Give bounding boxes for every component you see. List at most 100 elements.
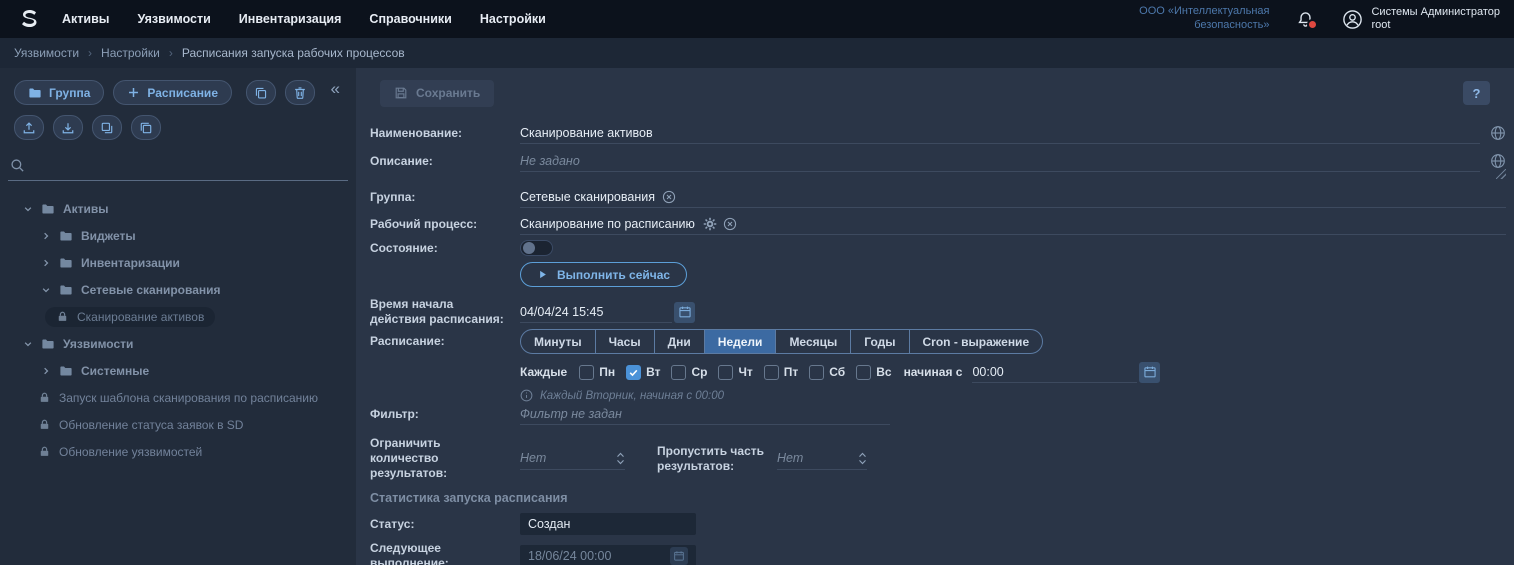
checkbox-icon[interactable] — [579, 364, 595, 380]
notifications-button[interactable] — [1297, 11, 1317, 28]
start-time-input[interactable] — [520, 304, 672, 319]
sidebar-toolbar: Группа Расписание « — [0, 68, 356, 150]
state-toggle[interactable] — [520, 240, 553, 256]
day-checkbox[interactable]: Сб — [809, 364, 845, 380]
skip-stepper — [852, 452, 867, 465]
checkbox-icon[interactable] — [809, 364, 825, 380]
menu-item[interactable]: Активы — [62, 12, 109, 26]
schedule-tab[interactable]: Cron - выражение — [908, 330, 1043, 353]
search-input[interactable] — [33, 158, 346, 173]
breadcrumb-separator: › — [88, 46, 93, 60]
language-globe-icon[interactable] — [1490, 125, 1506, 141]
folder-icon — [59, 256, 73, 270]
tree-item[interactable]: Активы — [0, 195, 356, 222]
description-input[interactable] — [520, 153, 1480, 168]
limit-label: Ограничить количество результатов: — [370, 436, 448, 480]
checkbox-icon[interactable] — [763, 364, 779, 380]
app-logo[interactable] — [14, 5, 44, 33]
tree-item[interactable]: Обновление статуса заявок в SD — [0, 411, 356, 438]
day-checkbox[interactable]: Вс — [856, 364, 892, 380]
layers-icon — [139, 121, 153, 135]
tree-item[interactable]: Виджеты — [0, 222, 356, 249]
breadcrumb-item: Расписания запуска рабочих процессов — [181, 46, 405, 60]
day-checkbox[interactable]: Вт — [626, 364, 660, 380]
search-icon — [10, 158, 25, 173]
remove-group-icon[interactable] — [662, 190, 676, 204]
copy-icon — [254, 86, 268, 100]
help-button[interactable]: ? — [1463, 81, 1490, 105]
tree-item[interactable]: Инвентаризации — [0, 249, 356, 276]
lock-icon — [38, 418, 51, 431]
day-checkbox[interactable]: Ср — [671, 364, 707, 380]
day-label: Пт — [783, 365, 799, 379]
add-schedule-button[interactable]: Расписание — [113, 80, 232, 105]
day-checkbox[interactable]: Пн — [579, 364, 616, 380]
checkbox-icon[interactable] — [718, 364, 734, 380]
copy-structure-button[interactable] — [131, 115, 161, 140]
tree-item[interactable]: Уязвимости — [0, 330, 356, 357]
day-label: Пн — [599, 365, 616, 379]
duplicate-icon — [100, 121, 114, 135]
delete-button[interactable] — [285, 80, 315, 105]
export-button[interactable] — [14, 115, 44, 140]
checkbox-icon[interactable] — [856, 364, 872, 380]
tree-item[interactable]: Сетевые сканирования — [0, 276, 356, 303]
language-globe-icon[interactable] — [1490, 153, 1506, 169]
schedule-tab[interactable]: Годы — [850, 330, 908, 353]
next-run-value: 18/06/24 00:00 — [528, 549, 612, 563]
schedule-hint-text: Каждый Вторник, начиная с 00:00 — [540, 389, 725, 402]
schedule-tab[interactable]: Дни — [653, 330, 704, 353]
menu-item[interactable]: Уязвимости — [137, 12, 210, 26]
day-checkbox[interactable]: Чт — [718, 364, 753, 380]
name-input[interactable] — [520, 125, 1480, 140]
schedule-tab[interactable]: Недели — [703, 330, 776, 353]
day-checkbox[interactable]: Пт — [763, 364, 799, 380]
schedule-tab[interactable]: Часы — [594, 330, 654, 353]
breadcrumb-item[interactable]: Настройки — [101, 46, 160, 60]
menu-item[interactable]: Справочники — [369, 12, 451, 26]
schedule-tab[interactable]: Месяцы — [775, 330, 850, 353]
menu-item[interactable]: Инвентаризация — [239, 12, 342, 26]
duplicate-button[interactable] — [92, 115, 122, 140]
breadcrumb-item[interactable]: Уязвимости — [14, 46, 79, 60]
gear-icon[interactable] — [703, 217, 717, 231]
tree-item-content: Инвентаризации — [48, 253, 191, 273]
save-button[interactable]: Сохранить — [380, 79, 495, 107]
skip-input[interactable] — [777, 451, 852, 465]
import-button[interactable] — [53, 115, 83, 140]
name-field — [520, 122, 1480, 144]
checkbox-icon[interactable] — [671, 364, 687, 380]
group-button[interactable]: Группа — [14, 80, 105, 105]
collapse-sidebar-button[interactable]: « — [325, 80, 346, 97]
toggle-knob — [523, 242, 535, 254]
user-menu[interactable]: Системы Администратор root — [1342, 6, 1500, 32]
status-label: Статус: — [370, 516, 415, 531]
resize-handle-icon[interactable] — [1496, 169, 1506, 179]
spinner-down-icon[interactable] — [616, 459, 625, 465]
spinner-down-icon[interactable] — [858, 459, 867, 465]
start-time-calendar-button[interactable] — [674, 301, 695, 323]
run-now-button[interactable]: Выполнить сейчас — [520, 262, 688, 287]
group-button-label: Группа — [49, 85, 91, 100]
copy-button[interactable] — [246, 80, 276, 105]
folder-icon — [59, 364, 73, 378]
folder-icon — [59, 283, 73, 297]
start-clock-calendar-button[interactable] — [1139, 361, 1161, 383]
menu-item[interactable]: Настройки — [480, 12, 546, 26]
spinner-up-icon[interactable] — [616, 452, 625, 458]
limit-input[interactable] — [520, 451, 610, 465]
start-clock-input[interactable] — [972, 364, 1138, 379]
remove-workflow-icon[interactable] — [723, 217, 737, 231]
schedule-tab[interactable]: Минуты — [521, 330, 595, 353]
filter-input[interactable] — [520, 406, 890, 421]
folder-icon — [59, 229, 73, 243]
tree-item[interactable]: Обновление уязвимостей — [0, 438, 356, 465]
group-field: Сетевые сканирования — [520, 186, 1506, 208]
checkbox-checked-icon[interactable] — [626, 364, 642, 380]
spinner-up-icon[interactable] — [858, 452, 867, 458]
tree-item[interactable]: Сканирование активов — [0, 303, 356, 330]
description-field — [520, 150, 1480, 172]
tree-item[interactable]: Системные — [0, 357, 356, 384]
tree-item[interactable]: Запуск шаблона сканирования по расписани… — [0, 384, 356, 411]
tree-item-content: Сетевые сканирования — [48, 280, 232, 300]
